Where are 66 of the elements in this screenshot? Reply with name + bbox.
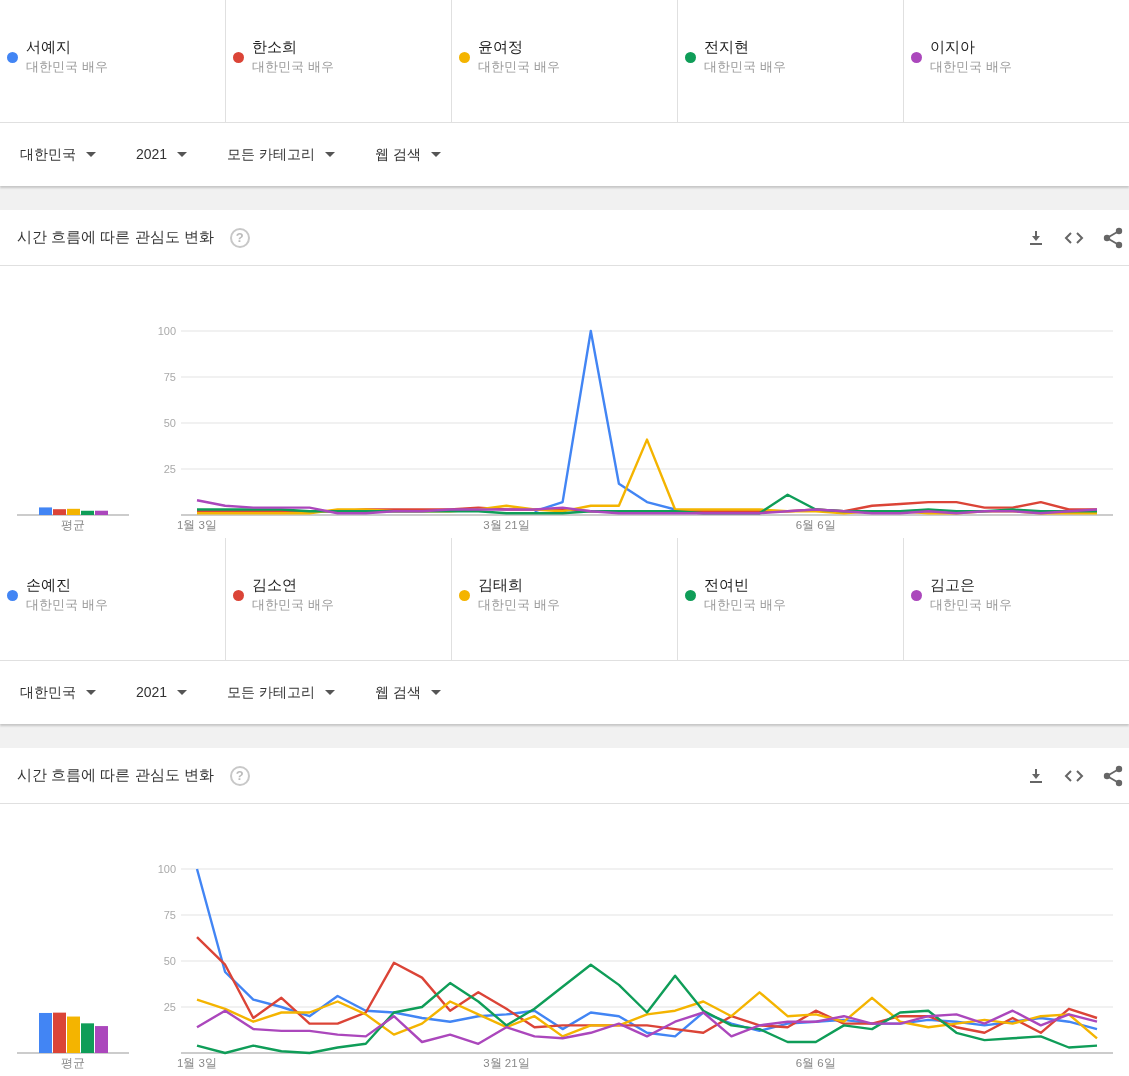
caret-icon (430, 690, 441, 695)
term-subtitle: 대한민국 배우 (478, 596, 560, 614)
share-button[interactable] (1103, 226, 1123, 249)
embed-icon (1063, 767, 1085, 784)
caret-icon (430, 152, 441, 157)
average-label: 평균 (61, 519, 85, 531)
caret-icon (177, 690, 188, 695)
axis-label: 25 (163, 463, 176, 475)
filter-dropdown[interactable]: 대한민국 (20, 144, 96, 165)
filter-dropdown[interactable]: 대한민국 (20, 682, 96, 703)
term-name: 서예지 (26, 37, 72, 57)
term-subtitle: 대한민국 배우 (252, 596, 334, 614)
download-icon (1027, 766, 1045, 785)
axis-label: 75 (163, 371, 176, 383)
filter-dropdown[interactable]: 모든 카테고리 (227, 682, 336, 703)
term-subtitle: 대한민국 배우 (704, 58, 786, 76)
axis-label: 1월 3일 (177, 519, 217, 531)
panel-title: 시간 흐름에 따른 관심도 변화 (17, 227, 214, 248)
term-name: 한소희 (252, 37, 298, 57)
term-subtitle: 대한민국 배우 (930, 58, 1012, 76)
axis-label: 1월 3일 (177, 1057, 217, 1069)
axis-label: 75 (163, 909, 176, 921)
caret-icon (177, 152, 188, 157)
term-name: 김소연 (252, 575, 298, 595)
caret-icon (325, 152, 336, 157)
term-name: 윤여정 (478, 37, 524, 57)
term-name: 손예진 (26, 575, 72, 595)
term-subtitle: 대한민국 배우 (930, 596, 1012, 614)
download-button[interactable] (1027, 766, 1045, 785)
term-name: 김태희 (478, 575, 524, 595)
axis-label: 50 (163, 417, 176, 429)
term-subtitle: 대한민국 배우 (26, 596, 108, 614)
term-subtitle: 대한민국 배우 (478, 58, 560, 76)
term-name: 전지현 (704, 37, 750, 57)
caret-icon (86, 152, 96, 157)
share-icon (1103, 764, 1123, 787)
term-subtitle: 대한민국 배우 (26, 58, 108, 76)
term-subtitle: 대한민국 배우 (704, 596, 786, 614)
term-name: 김고은 (930, 575, 976, 595)
embed-icon (1063, 229, 1085, 246)
filter-dropdown[interactable]: 2021 (136, 682, 188, 703)
axis-label: 6월 6일 (795, 1057, 836, 1069)
term-name: 이지아 (930, 37, 976, 57)
embed-button[interactable] (1063, 229, 1085, 246)
term-name: 전여빈 (704, 575, 750, 595)
term-subtitle: 대한민국 배우 (252, 58, 334, 76)
download-icon (1027, 228, 1045, 247)
download-button[interactable] (1027, 228, 1045, 247)
share-icon (1103, 226, 1123, 249)
share-button[interactable] (1103, 764, 1123, 787)
filter-dropdown[interactable]: 2021 (136, 144, 188, 165)
filter-dropdown[interactable]: 모든 카테고리 (227, 144, 336, 165)
axis-label: 3월 21일 (483, 1057, 530, 1069)
axis-label: 3월 21일 (483, 519, 530, 531)
caret-icon (325, 690, 336, 695)
caret-icon (86, 690, 96, 695)
embed-button[interactable] (1063, 767, 1085, 784)
filter-dropdown[interactable]: 웹 검색 (375, 144, 441, 165)
average-label: 평균 (61, 1057, 85, 1069)
axis-label: 50 (163, 955, 176, 967)
filter-dropdown[interactable]: 웹 검색 (375, 682, 441, 703)
axis-label: 6월 6일 (795, 519, 836, 531)
panel-title: 시간 흐름에 따른 관심도 변화 (17, 765, 214, 786)
axis-label: 100 (157, 863, 176, 875)
axis-label: 25 (163, 1001, 176, 1013)
axis-label: 100 (157, 325, 176, 337)
